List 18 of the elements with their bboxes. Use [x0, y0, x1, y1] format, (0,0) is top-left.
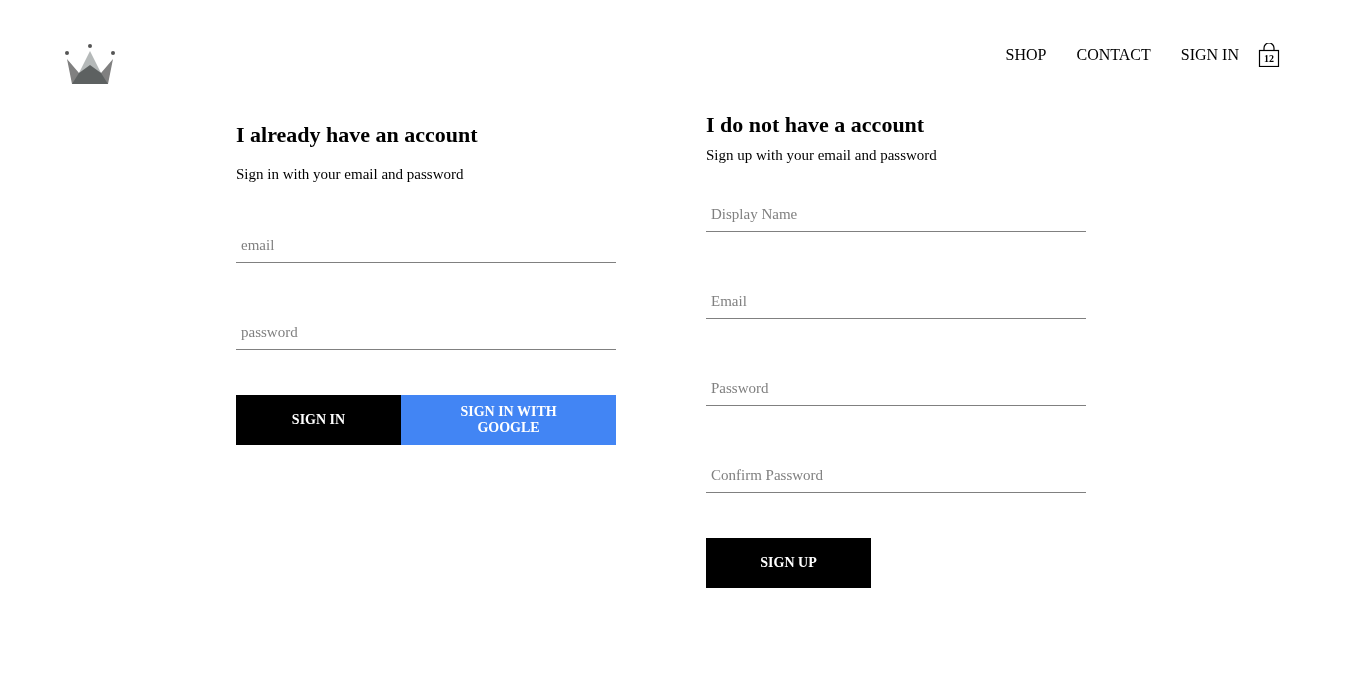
section-subtitle: Sign up with your email and password [706, 146, 938, 165]
input-field[interactable]: email [236, 229, 616, 263]
input-field[interactable]: Confirm Password [706, 459, 1086, 493]
nav-link[interactable]: SHOP [990, 43, 1062, 67]
button[interactable]: SIGN UP [706, 538, 871, 588]
nav-link[interactable]: SIGN IN [1165, 43, 1254, 67]
button[interactable]: SIGN IN WITH GOOGLE [401, 395, 616, 445]
nav-link[interactable]: CONTACT [1061, 43, 1166, 67]
crown-logo-icon[interactable] [64, 43, 116, 85]
section-heading: I already have an account [236, 121, 479, 149]
input-field[interactable]: Display Name [706, 198, 1086, 232]
section-heading: I do not have a account [706, 111, 926, 139]
cart-count: 12 [1263, 53, 1275, 65]
button[interactable]: SIGN IN [236, 395, 401, 445]
input-field[interactable]: Password [706, 372, 1086, 406]
input-field[interactable]: password [236, 316, 616, 350]
section-subtitle: Sign in with your email and password [236, 165, 465, 184]
input-field[interactable]: Email [706, 285, 1086, 319]
